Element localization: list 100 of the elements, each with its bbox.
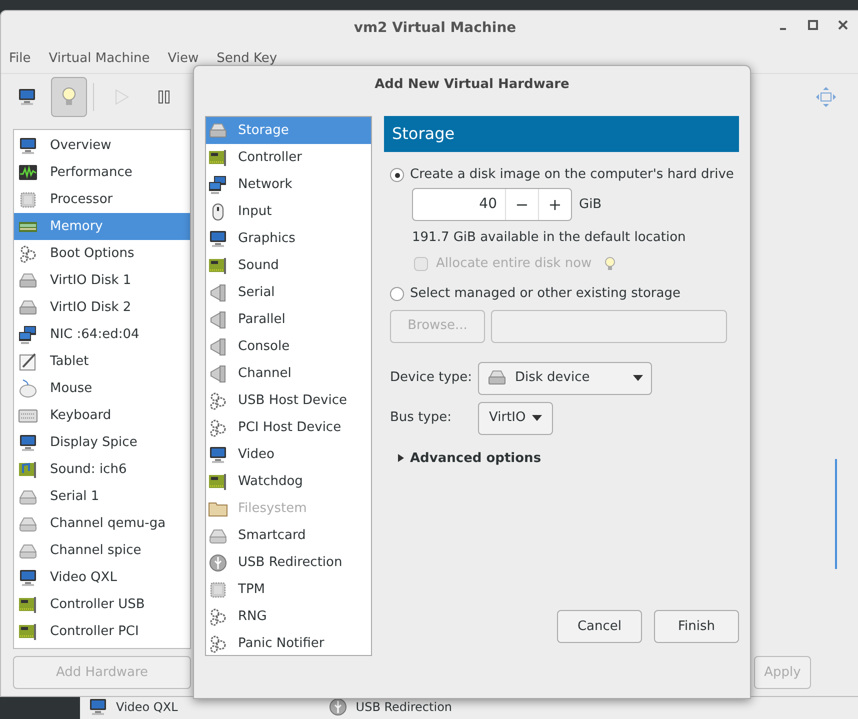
hardware-type-item[interactable]: PCI Host Device — [206, 414, 371, 441]
hardware-type-item[interactable]: Input — [206, 198, 371, 225]
gears-icon — [208, 634, 228, 654]
hardware-type-item[interactable]: Console — [206, 333, 371, 360]
radio-button[interactable] — [390, 286, 404, 300]
hard-disk-icon — [18, 270, 38, 290]
gears-icon — [208, 418, 228, 438]
pause-icon — [157, 90, 171, 104]
hard-disk-icon — [18, 298, 38, 318]
radio-option[interactable]: Create a disk image on the computer's hard drive — [390, 164, 739, 186]
hardware-type-item[interactable]: Watchdog — [206, 468, 371, 495]
menu-item[interactable]: Send Key — [216, 49, 278, 69]
hardware-list-item[interactable]: Sound: ich6 — [14, 456, 190, 483]
chip-icon — [18, 190, 38, 210]
unit-label: GiB — [579, 196, 602, 214]
device-type-dropdown[interactable]: Disk device — [478, 362, 652, 394]
hardware-type-item[interactable]: Network — [206, 171, 371, 198]
hardware-list-item[interactable]: Controller PCI — [14, 618, 190, 645]
monitor-icon — [88, 697, 108, 717]
mouse-icon — [18, 378, 38, 398]
section-header: Storage — [384, 116, 739, 152]
dropdown-arrow-icon — [532, 415, 542, 421]
radio-button[interactable] — [390, 168, 404, 182]
plug-icon — [208, 364, 228, 384]
monitor-icon — [17, 86, 37, 106]
radio-option[interactable]: Select managed or other existing storage — [390, 282, 739, 304]
menu-item[interactable]: View — [168, 49, 199, 69]
hardware-list-item[interactable]: Performance — [14, 159, 190, 186]
expansion-card-icon — [208, 148, 228, 168]
monitor-icon — [18, 568, 38, 588]
light-bulb-icon — [61, 86, 77, 106]
plug-icon — [208, 336, 228, 356]
hardware-type-item[interactable]: Graphics — [206, 225, 371, 252]
menu-item[interactable]: File — [9, 49, 31, 69]
background-item-label: Video QXL — [116, 701, 178, 713]
hardware-type-item[interactable]: USB Host Device — [206, 387, 371, 414]
field-label: Device type: — [390, 369, 468, 388]
hardware-type-item[interactable]: Video — [206, 441, 371, 468]
gears-icon — [18, 244, 38, 264]
window-title: vm2 Virtual Machine — [354, 18, 516, 38]
gears-icon — [208, 606, 228, 626]
monitor-icon — [208, 228, 228, 248]
dialog-button[interactable]: Cancel — [557, 610, 642, 643]
hardware-type-item[interactable]: Panic Notifier — [206, 630, 371, 657]
hardware-list-item[interactable]: VirtIO Disk 2 — [14, 294, 190, 321]
hardware-type-item[interactable]: Sound — [206, 252, 371, 279]
hardware-list-item[interactable]: NIC :64:ed:04 — [14, 321, 190, 348]
hardware-list-item[interactable]: Mouse — [14, 375, 190, 402]
collapsed-arrow-icon — [398, 454, 404, 462]
checkbox-label: Allocate entire disk now — [436, 254, 592, 273]
hard-disk-icon — [208, 120, 228, 140]
close-icon[interactable] — [837, 19, 849, 31]
dialog-button[interactable]: Finish — [654, 610, 739, 643]
usb-icon — [208, 552, 228, 572]
field-label: Bus type: — [390, 409, 452, 428]
hardware-list-item[interactable]: Display Spice — [14, 429, 190, 456]
hardware-list-item[interactable]: Serial 1 — [14, 483, 190, 510]
hardware-type-item[interactable]: RNG — [206, 603, 371, 630]
light-bulb-icon — [604, 256, 616, 272]
expansion-card-icon — [18, 622, 38, 642]
hardware-list-item[interactable]: Processor — [14, 186, 190, 213]
background-item-label: USB Redirection — [356, 701, 452, 713]
hardware-list-item[interactable]: Channel qemu-ga — [14, 510, 190, 537]
monitor-icon — [18, 136, 38, 156]
monitor-chart-icon — [18, 162, 38, 182]
network-computers-icon — [18, 324, 38, 344]
hardware-list-item[interactable]: Overview — [14, 132, 190, 159]
sound-card-icon — [18, 460, 38, 480]
hardware-list-item[interactable]: Controller USB — [14, 591, 190, 618]
menu-item[interactable]: Virtual Machine — [48, 49, 150, 69]
hardware-list-item[interactable]: Boot Options — [14, 240, 190, 267]
gears-icon — [208, 390, 228, 410]
hardware-list-item[interactable]: Channel spice — [14, 537, 190, 564]
decrement-button[interactable]: − — [505, 189, 538, 220]
hardware-list-item[interactable]: Keyboard — [14, 402, 190, 429]
hardware-type-item[interactable]: Smartcard — [206, 522, 371, 549]
bus-type-dropdown[interactable]: VirtIO — [478, 402, 553, 434]
hardware-list-item[interactable]: VirtIO Disk 1 — [14, 267, 190, 294]
hardware-type-item[interactable]: TPM — [206, 576, 371, 603]
maximize-icon[interactable] — [807, 19, 819, 31]
advanced-options-expander[interactable]: Advanced options — [390, 448, 739, 468]
monitor-icon — [18, 432, 38, 452]
expansion-card-icon — [208, 256, 228, 276]
size-value[interactable]: 40 — [413, 189, 505, 220]
size-spin-field[interactable]: 40 − + — [412, 188, 572, 221]
available-space-text: 191.7 GiB available in the default location — [411, 229, 687, 247]
expansion-card-icon — [208, 472, 228, 492]
expansion-card-icon — [18, 594, 38, 614]
path-field[interactable] — [491, 310, 727, 342]
hardware-list-item[interactable]: Tablet — [14, 348, 190, 375]
hardware-type-item[interactable]: Controller — [206, 144, 371, 171]
hardware-type-item[interactable]: USB Redirection — [206, 549, 371, 576]
hardware-type-item[interactable]: Serial — [206, 279, 371, 306]
chip-icon — [208, 580, 228, 600]
plug-icon — [208, 310, 228, 330]
hardware-type-item[interactable]: Parallel — [206, 306, 371, 333]
play-icon — [115, 88, 129, 104]
increment-button[interactable]: + — [538, 189, 571, 220]
hardware-type-item[interactable]: Channel — [206, 360, 371, 387]
hardware-list-item[interactable]: Video QXL — [14, 564, 190, 591]
